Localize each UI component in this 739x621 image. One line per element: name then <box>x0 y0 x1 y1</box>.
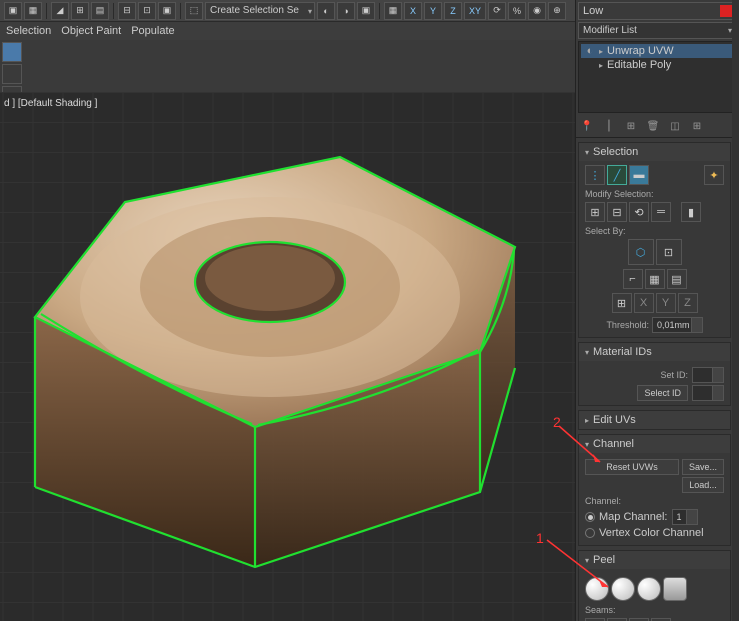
toolbar-icon[interactable]: ⊡ <box>138 2 156 20</box>
panel-scrollbar[interactable] <box>732 0 739 621</box>
toolbar-icon[interactable]: ⊟ <box>118 2 136 20</box>
configure-stack-icon[interactable]: ⊞ <box>690 119 704 133</box>
hex-nut-model-icon <box>20 142 520 572</box>
select-id-button[interactable]: Select ID <box>637 385 688 401</box>
label: Select By: <box>585 226 724 236</box>
rollout-edit-uvs: ▸Edit UVs <box>578 410 731 430</box>
reset-uvws-button[interactable]: Reset UVWs <box>585 459 679 475</box>
visibility-toggle-icon[interactable]: ◐ <box>585 45 595 57</box>
toolbar-icon[interactable]: ▣ <box>4 2 22 20</box>
modifier-list-dropdown[interactable]: Modifier List <box>578 22 737 39</box>
toolbar-icon[interactable]: ◢ <box>51 2 69 20</box>
toolbar-icon[interactable]: ▦ <box>24 2 42 20</box>
toolbar-icon[interactable]: ⬚ <box>185 2 203 20</box>
planar-x-icon[interactable]: ⊞ <box>612 293 632 313</box>
rollout-header[interactable]: ▾Peel <box>579 551 730 569</box>
rollout-material-ids: ▾Material IDs Set ID: Select ID <box>578 342 731 406</box>
toolbar-icon[interactable]: ▣ <box>158 2 176 20</box>
rollout-header[interactable]: ▾Material IDs <box>579 343 730 361</box>
stack-tool-icon[interactable]: ◫ <box>668 119 682 133</box>
axis-y-button[interactable]: Y <box>424 2 442 20</box>
toolbar-icon[interactable]: ▦ <box>384 2 402 20</box>
rollout-selection: ▾Selection ⋮ ╱ ▬ ✦ Modify Selection: ⊞ ⊟… <box>578 142 731 338</box>
pelt-map-icon[interactable] <box>637 577 661 601</box>
loop-selection-icon[interactable]: ═ <box>651 202 671 222</box>
shrink-selection-icon[interactable]: ⊟ <box>607 202 627 222</box>
left-tool-icon[interactable] <box>2 42 22 62</box>
selection-set-dropdown[interactable]: Create Selection Se <box>205 2 315 20</box>
axis-xy-button[interactable]: XY <box>464 2 486 20</box>
load-button[interactable]: Load... <box>682 477 724 493</box>
poly-subobj-icon[interactable]: ▬ <box>629 165 649 185</box>
left-tool-icon[interactable] <box>2 64 22 84</box>
threshold-label: Threshold: <box>606 320 649 330</box>
grow-selection-icon[interactable]: ⊞ <box>585 202 605 222</box>
toolbar-icon[interactable]: ◉ <box>528 2 546 20</box>
stack-tool-icon[interactable]: ⎮ <box>602 119 616 133</box>
set-id-spinner[interactable] <box>692 367 724 383</box>
rollout-peel: ▾Peel Seams: ⊡ ⊟ → ▦ <box>578 550 731 621</box>
peel-mode-icon[interactable] <box>611 577 635 601</box>
save-button[interactable]: Save... <box>682 459 724 475</box>
axis-z-button[interactable]: Z <box>444 2 462 20</box>
map-channel-spinner[interactable]: 1 <box>672 509 698 525</box>
toolbar-icon[interactable]: ⊞ <box>71 2 89 20</box>
toolbar-icon[interactable]: ◑ <box>337 2 355 20</box>
map-channel-radio[interactable]: Map Channel: 1 <box>585 509 724 525</box>
toolbar-icon[interactable]: % <box>508 2 526 20</box>
label: Modify Selection: <box>585 189 724 199</box>
axis-x-button[interactable]: X <box>404 2 422 20</box>
rollout-header[interactable]: ▾Selection <box>579 143 730 161</box>
planar-y-button[interactable]: Y <box>656 293 676 313</box>
toolbar-icon[interactable]: ◐ <box>317 2 335 20</box>
vertex-subobj-icon[interactable]: ⋮ <box>585 165 605 185</box>
sub-toolbar-item[interactable]: Object Paint <box>61 25 121 37</box>
label: Channel: <box>585 496 724 506</box>
select-by-element-icon[interactable]: ⬡ <box>628 239 654 265</box>
select-id-spinner[interactable] <box>692 385 724 401</box>
rollout-channel: ▾Channel Reset UVWs Save... Load... Chan… <box>578 434 731 546</box>
delete-modifier-icon[interactable]: 🗑 <box>646 119 660 133</box>
tweak-icon[interactable]: ✦ <box>704 165 724 185</box>
modifier-stack[interactable]: ◐ ▸ Unwrap UVW ▸ Editable Poly <box>578 41 737 113</box>
viewport[interactable]: d ] [Default Shading ] <box>0 92 575 621</box>
stack-item-editable-poly[interactable]: ▸ Editable Poly <box>581 58 734 72</box>
toolbar-icon[interactable]: ▤ <box>91 2 109 20</box>
select-by-icon[interactable]: ⊡ <box>656 239 682 265</box>
object-name-field[interactable]: Low <box>578 2 737 20</box>
stack-tool-icon[interactable]: ⊞ <box>624 119 638 133</box>
sub-toolbar-item[interactable]: Populate <box>131 25 174 37</box>
command-panel: Low Modifier List ◐ ▸ Unwrap UVW ▸ Edita… <box>575 0 739 621</box>
seams-label: Seams: <box>585 605 724 615</box>
rollout-header[interactable]: ▸Edit UVs <box>579 411 730 429</box>
sub-toolbar-item[interactable]: Selection <box>6 25 51 37</box>
select-by-icon[interactable]: ▤ <box>667 269 687 289</box>
ring-selection-icon[interactable]: ⟲ <box>629 202 649 222</box>
toolbar-icon[interactable]: ▣ <box>357 2 375 20</box>
threshold-spinner[interactable]: 0,01mm <box>652 317 703 333</box>
edge-subobj-icon[interactable]: ╱ <box>607 165 627 185</box>
select-by-icon[interactable]: ⌐ <box>623 269 643 289</box>
viewport-label: d ] [Default Shading ] <box>4 98 97 109</box>
color-swatch[interactable] <box>720 5 732 17</box>
pin-stack-icon[interactable]: 📍 <box>580 119 594 133</box>
selection-tool-icon[interactable]: ▮ <box>681 202 701 222</box>
stack-tools: 📍 ⎮ ⊞ 🗑 ◫ ⊞ <box>576 115 739 138</box>
label: Set ID: <box>660 370 688 380</box>
planar-x-button[interactable]: X <box>634 293 654 313</box>
toolbar-icon[interactable]: ⟳ <box>488 2 506 20</box>
quick-peel-icon[interactable] <box>585 577 609 601</box>
toolbar-icon[interactable]: ⊕ <box>548 2 566 20</box>
select-by-icon[interactable]: ▦ <box>645 269 665 289</box>
stack-item-unwrap-uvw[interactable]: ◐ ▸ Unwrap UVW <box>581 44 734 58</box>
planar-z-button[interactable]: Z <box>678 293 698 313</box>
rollout-header[interactable]: ▾Channel <box>579 435 730 453</box>
vertex-color-radio[interactable]: Vertex Color Channel <box>585 527 724 539</box>
relax-icon[interactable] <box>663 577 687 601</box>
